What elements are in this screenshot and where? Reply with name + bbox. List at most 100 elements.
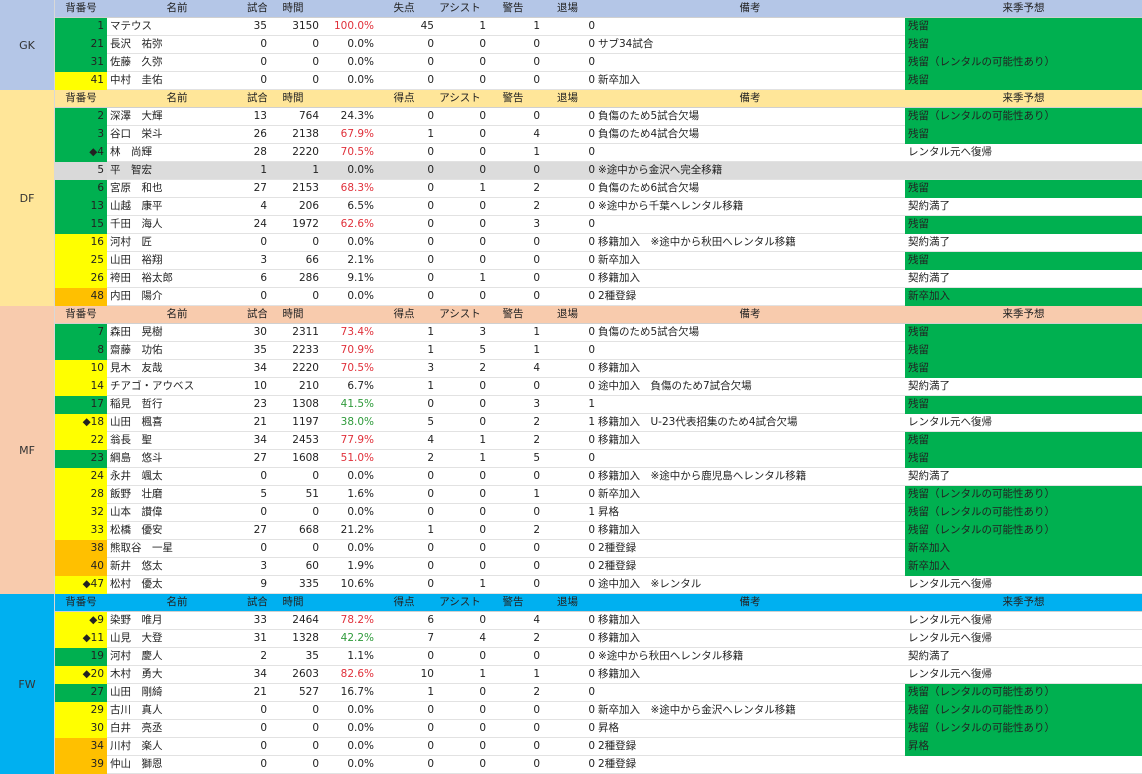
header-note: 備考 [739, 2, 761, 14]
minutes-played: 1972 [292, 218, 319, 230]
player-name: 長沢 祐弥 [110, 38, 163, 50]
yellow-cards-value: 2 [533, 200, 540, 212]
games-played: 21 [253, 686, 267, 698]
header-assists: アシスト [439, 92, 481, 104]
player-row: 14 チアゴ・アウベス 10 210 6.7% 1 0 0 0 途中加入 負傷のため7試合欠場 契約… [55, 378, 1142, 396]
yellow-cards-value: 0 [533, 290, 540, 302]
red-cards-value: 0 [588, 542, 595, 554]
player-number: 6 [55, 180, 107, 198]
yellow-cards-value: 3 [533, 218, 540, 230]
player-row: 21 長沢 祐弥 0 0 0.0% 0 0 0 0 サブ34試合 残留 [55, 36, 1142, 54]
games-played: 0 [260, 542, 267, 554]
minutes-percent: 0.0% [347, 56, 374, 68]
red-cards-value: 0 [588, 236, 595, 248]
minutes-percent: 6.7% [347, 380, 374, 392]
minutes-percent: 0.0% [347, 740, 374, 752]
player-row: 26 袴田 裕太郎 6 286 9.1% 0 1 0 0 移籍加入 契約満了 [55, 270, 1142, 288]
player-name: 古川 真人 [110, 704, 163, 716]
goals-value: 0 [427, 110, 434, 122]
player-name: 谷口 栄斗 [110, 128, 163, 140]
player-name: 飯野 壮磨 [110, 488, 163, 500]
player-row: 33 松橋 優安 27 668 21.2% 1 0 2 0 移籍加入 残留（レンタルの可能性あり） [55, 522, 1142, 540]
minutes-percent: 78.2% [340, 614, 374, 626]
player-name: 永井 颯太 [110, 470, 163, 482]
header-goals: 得点 [393, 92, 415, 104]
player-name: 山越 康平 [110, 200, 163, 212]
player-number: 27 [55, 684, 107, 702]
goals-value: 0 [427, 164, 434, 176]
player-number: 19 [55, 648, 107, 666]
assists-value: 0 [479, 200, 486, 212]
minutes-percent: 51.0% [340, 452, 374, 464]
player-row: 31 佐藤 久弥 0 0 0.0% 0 0 0 0 残留（レンタルの可能性あり） [55, 54, 1142, 72]
header-goals: 得点 [393, 308, 415, 320]
goals-value: 3 [427, 362, 434, 374]
minutes-percent: 67.9% [340, 128, 374, 140]
games-played: 4 [260, 200, 267, 212]
red-cards-value: 0 [588, 488, 595, 500]
assists-value: 0 [479, 542, 486, 554]
minutes-played: 0 [312, 236, 319, 248]
player-note: 移籍加入 ※途中から秋田へレンタル移籍 [598, 236, 796, 248]
player-number: 13 [55, 198, 107, 216]
yellow-cards-value: 5 [533, 452, 540, 464]
assists-value: 1 [479, 668, 486, 680]
player-row: 48 内田 陽介 0 0 0.0% 0 0 0 0 2種登録 新卒加入 [55, 288, 1142, 306]
player-number: 21 [55, 36, 107, 54]
next-season-forecast: 新卒加入 [905, 558, 1142, 576]
minutes-percent: 0.0% [347, 164, 374, 176]
minutes-played: 2233 [292, 344, 319, 356]
player-name: 平 智宏 [110, 164, 152, 176]
games-played: 23 [253, 398, 267, 410]
header-mins: 時間 [282, 596, 304, 608]
red-cards-value: 0 [588, 560, 595, 572]
goals-value: 0 [427, 722, 434, 734]
goals-value: 1 [427, 686, 434, 698]
minutes-percent: 0.0% [347, 704, 374, 716]
games-played: 27 [253, 182, 267, 194]
goals-value: 0 [427, 506, 434, 518]
assists-value: 1 [479, 452, 486, 464]
yellow-cards-value: 1 [533, 146, 540, 158]
minutes-percent: 0.0% [347, 506, 374, 518]
yellow-cards-value: 4 [533, 128, 540, 140]
player-note: 新卒加入 [598, 488, 640, 500]
minutes-played: 0 [312, 38, 319, 50]
games-played: 0 [260, 236, 267, 248]
player-row: 25 山田 裕翔 3 66 2.1% 0 0 0 0 新卒加入 残留 [55, 252, 1142, 270]
player-note: 移籍加入 [598, 362, 640, 374]
minutes-played: 3150 [292, 20, 319, 32]
assists-value: 0 [479, 506, 486, 518]
minutes-played: 2220 [292, 362, 319, 374]
player-number: 33 [55, 522, 107, 540]
player-note [595, 684, 905, 702]
yellow-cards-value: 0 [533, 380, 540, 392]
yellow-cards-value: 0 [533, 56, 540, 68]
player-name: チアゴ・アウベス [110, 380, 195, 392]
minutes-percent: 0.0% [347, 236, 374, 248]
minutes-percent: 70.5% [340, 362, 374, 374]
assists-value: 1 [479, 434, 486, 446]
player-number: 8 [55, 342, 107, 360]
minutes-played: 2603 [292, 668, 319, 680]
player-note [595, 18, 905, 36]
player-row: 1 マテウス 35 3150 100.0% 45 1 1 0 残留 [55, 18, 1142, 36]
yellow-cards-value: 0 [533, 758, 540, 770]
red-cards-value: 0 [588, 182, 595, 194]
yellow-cards-value: 2 [533, 686, 540, 698]
player-name: マテウス [110, 20, 152, 32]
minutes-percent: 2.1% [347, 254, 374, 266]
section-gk: GK 背番号 名前 試合 時間 失点 アシスト 警告 退場 備考 来季予想 1 マテウス 35 3150 10… [0, 0, 1142, 90]
assists-value: 0 [479, 74, 486, 86]
player-note: ※途中から千葉へレンタル移籍 [598, 200, 744, 212]
player-note: 移籍加入 ※途中から鹿児島へレンタル移籍 [598, 470, 807, 482]
player-row: 24 永井 颯太 0 0 0.0% 0 0 0 0 移籍加入 ※途中から鹿児島へレンタル移籍 契約満… [55, 468, 1142, 486]
next-season-forecast: 残留 [905, 180, 1142, 198]
goals-value: 0 [427, 542, 434, 554]
games-played: 5 [260, 488, 267, 500]
player-name: 山見 大登 [110, 632, 163, 644]
yellow-cards-value: 0 [533, 74, 540, 86]
player-number: 2 [55, 108, 107, 126]
player-note: ※途中から金沢へ完全移籍 [598, 164, 723, 176]
player-row: 13 山越 康平 4 206 6.5% 0 0 2 0 ※途中から千葉へレンタル移籍 契約満了 [55, 198, 1142, 216]
